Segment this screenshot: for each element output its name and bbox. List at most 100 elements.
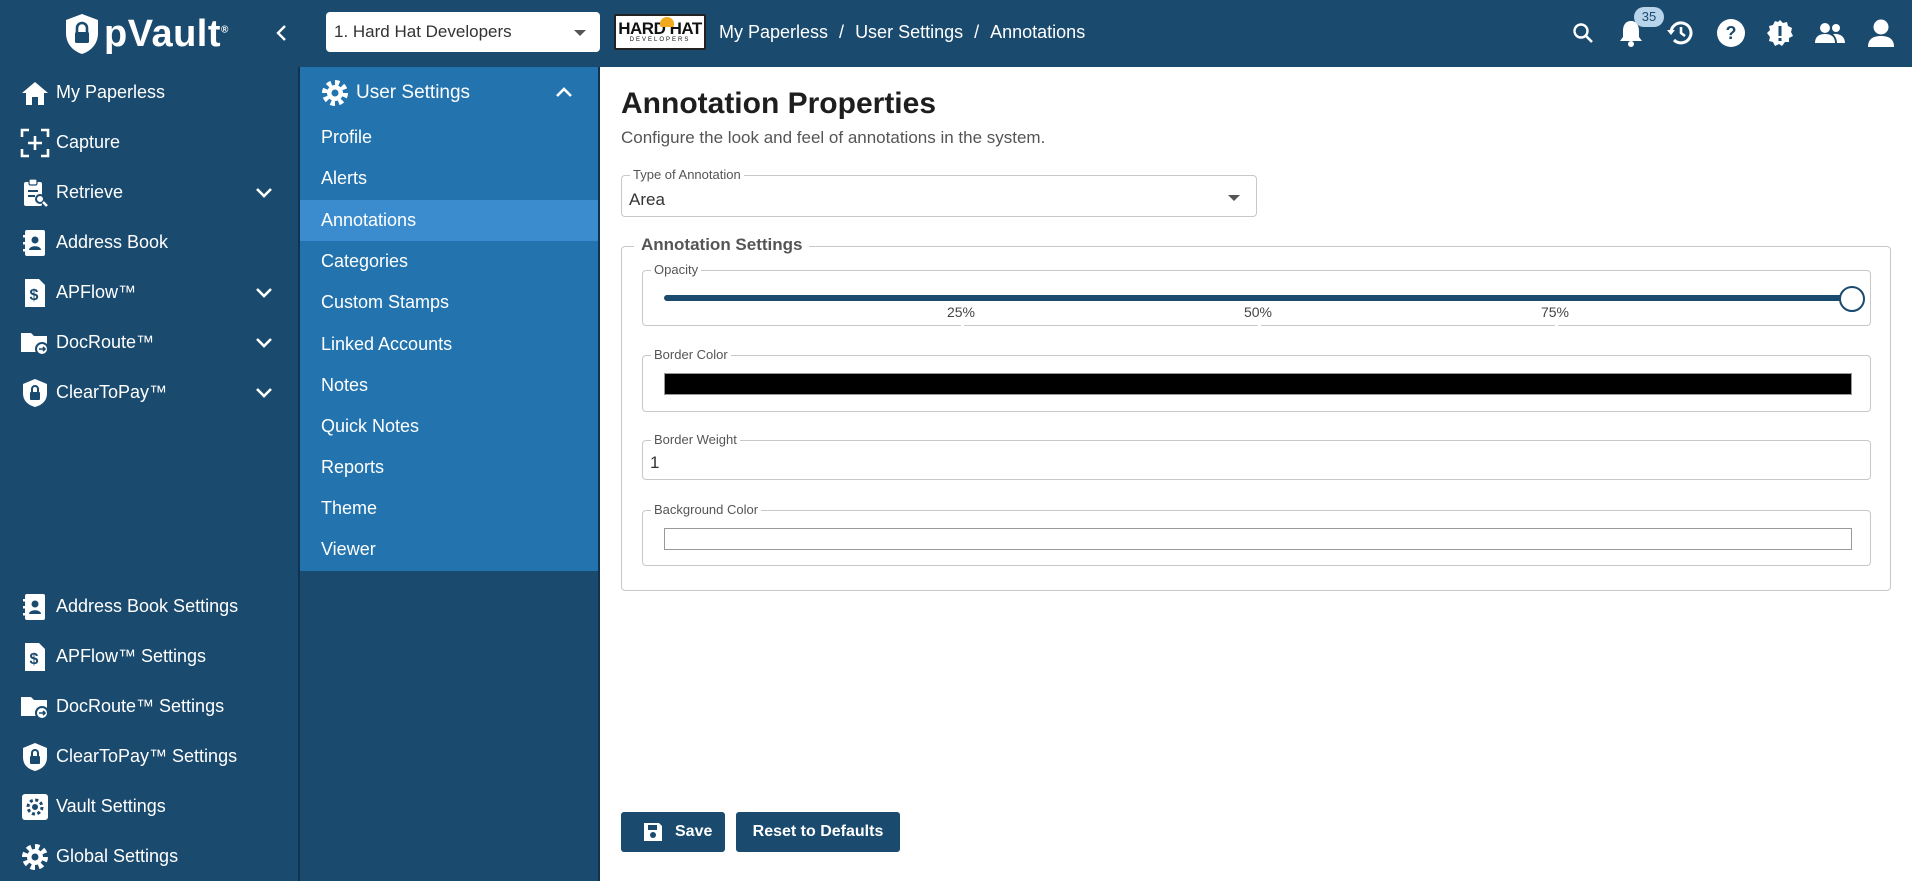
breadcrumb-item[interactable]: My Paperless — [719, 22, 828, 43]
app-name: pVault® — [104, 12, 229, 55]
floppy-disk-icon — [644, 823, 662, 841]
breadcrumb-separator: / — [974, 22, 980, 42]
nav-item-apflow-settings[interactable]: $ APFlow™ Settings — [0, 634, 298, 678]
border-color-swatch[interactable] — [664, 373, 1852, 395]
main-sidebar: My Paperless Capture Retrieve Address Bo… — [0, 67, 300, 881]
help-icon: ? — [1717, 19, 1745, 47]
nav-item-label: Capture — [56, 131, 121, 152]
cleartopay-icon — [20, 742, 50, 772]
nav-item-cleartopay-settings[interactable]: ClearToPay™ Settings — [0, 734, 298, 778]
opacity-slider-thumb[interactable] — [1839, 286, 1865, 312]
slider-tick — [961, 324, 964, 327]
nav-item-label: My Paperless — [56, 81, 166, 102]
border-weight-value: 1 — [650, 453, 660, 472]
retrieve-icon — [20, 178, 50, 208]
nav-item-global-settings[interactable]: Global Settings — [0, 834, 298, 878]
nav-item-label: ClearToPay™ Settings — [56, 745, 238, 766]
gear-icon — [20, 842, 50, 872]
contacts-button[interactable] — [1813, 16, 1847, 50]
organization-logo-sub: DEVELOPERS — [629, 37, 691, 43]
nav-item-docroute[interactable]: DocRoute™ — [0, 320, 298, 364]
alerts-button[interactable] — [1763, 16, 1797, 50]
address-book-icon — [20, 592, 50, 622]
slider-tick-label: 25% — [946, 304, 976, 320]
nav-item-label: APFlow™ — [56, 281, 137, 302]
nav-item-label: DocRoute™ — [56, 331, 155, 352]
breadcrumb-separator: / — [839, 22, 845, 42]
address-book-icon — [20, 228, 50, 258]
sub-item-profile[interactable]: Profile — [300, 117, 598, 158]
chevron-down-icon — [256, 288, 272, 298]
border-color-label: Border Color — [651, 347, 731, 362]
nav-item-address-book[interactable]: Address Book — [0, 220, 298, 264]
sub-item-custom-stamps[interactable]: Custom Stamps — [300, 282, 598, 323]
collapse-sidebar-button[interactable] — [270, 18, 292, 48]
sub-item-reports[interactable]: Reports — [300, 447, 598, 488]
nav-item-capture[interactable]: Capture — [0, 120, 298, 164]
border-color-field: Border Color — [642, 347, 1871, 412]
nav-item-apflow[interactable]: $ APFlow™ — [0, 270, 298, 314]
sub-item-quick-notes[interactable]: Quick Notes — [300, 406, 598, 447]
user-icon — [1868, 19, 1894, 47]
nav-item-cleartopay[interactable]: ClearToPay™ — [0, 370, 298, 414]
sub-item-viewer[interactable]: Viewer — [300, 529, 598, 570]
svg-text:?: ? — [1726, 23, 1737, 43]
border-weight-input[interactable]: Border Weight 1 — [642, 432, 1871, 480]
vault-gear-icon — [20, 792, 50, 822]
nav-item-retrieve[interactable]: Retrieve — [0, 170, 298, 214]
reset-to-defaults-button[interactable]: Reset to Defaults — [736, 812, 900, 852]
search-icon — [1573, 23, 1593, 43]
gear-icon — [322, 80, 348, 106]
chevron-down-icon — [256, 338, 272, 348]
annotation-settings-title: Annotation Settings — [634, 235, 810, 255]
opacity-label: Opacity — [651, 262, 702, 277]
notification-count-badge: 35 — [1634, 7, 1664, 27]
annotation-type-label: Type of Annotation — [630, 167, 744, 182]
nav-item-label: Vault Settings — [56, 795, 166, 816]
breadcrumb-item[interactable]: User Settings — [855, 22, 963, 43]
user-profile-button[interactable] — [1864, 16, 1898, 50]
annotation-type-select[interactable]: Type of Annotation Area — [621, 167, 1257, 217]
history-button[interactable] — [1664, 16, 1698, 50]
nav-item-label: APFlow™ Settings — [56, 645, 207, 666]
help-button[interactable]: ? — [1714, 16, 1748, 50]
lock-shield-icon — [66, 14, 98, 54]
caret-down-icon — [1228, 195, 1240, 201]
border-weight-label: Border Weight — [651, 432, 740, 447]
chevron-up-icon — [556, 87, 572, 97]
nav-item-my-paperless[interactable]: My Paperless — [0, 70, 298, 114]
organization-select[interactable]: 1. Hard Hat Developers — [326, 12, 600, 52]
save-button[interactable]: Save — [621, 812, 725, 852]
user-settings-header[interactable]: User Settings — [300, 67, 598, 117]
opacity-field: Opacity 25% 50% 75% — [642, 262, 1871, 327]
sub-item-linked-accounts[interactable]: Linked Accounts — [300, 324, 598, 365]
main-content: Annotation Properties Configure the look… — [602, 67, 1910, 881]
chevron-down-icon — [256, 188, 272, 198]
sub-item-notes[interactable]: Notes — [300, 365, 598, 406]
nav-item-label: Address Book Settings — [56, 595, 239, 616]
caret-down-icon — [574, 30, 586, 36]
annotation-type-value: Area — [629, 190, 665, 209]
svg-text:$: $ — [30, 287, 39, 304]
user-settings-panel: User Settings Profile Alerts Annotations… — [300, 67, 598, 571]
app-logo[interactable]: pVault® — [64, 12, 229, 56]
user-settings-title: User Settings — [356, 82, 471, 103]
nav-item-docroute-settings[interactable]: DocRoute™ Settings — [0, 684, 298, 728]
background-color-field: Background Color — [642, 502, 1871, 566]
hardhat-icon — [660, 17, 674, 27]
top-bar: pVault® 1. Hard Hat Developers HARD HAT … — [0, 0, 1912, 67]
slider-tick-label: 50% — [1243, 304, 1273, 320]
page-title: Annotation Properties — [621, 87, 937, 120]
nav-item-vault-settings[interactable]: Vault Settings — [0, 784, 298, 828]
background-color-swatch[interactable] — [664, 528, 1852, 550]
sub-item-alerts[interactable]: Alerts — [300, 158, 598, 199]
search-button[interactable] — [1566, 16, 1600, 50]
nav-item-address-book-settings[interactable]: Address Book Settings — [0, 584, 298, 628]
capture-icon — [20, 128, 50, 158]
organization-select-value: 1. Hard Hat Developers — [334, 22, 512, 41]
save-button-label: Save — [675, 823, 713, 840]
sub-item-annotations[interactable]: Annotations — [300, 200, 598, 241]
opacity-slider-track[interactable] — [664, 295, 1852, 327]
sub-item-categories[interactable]: Categories — [300, 241, 598, 282]
sub-item-theme[interactable]: Theme — [300, 488, 598, 529]
